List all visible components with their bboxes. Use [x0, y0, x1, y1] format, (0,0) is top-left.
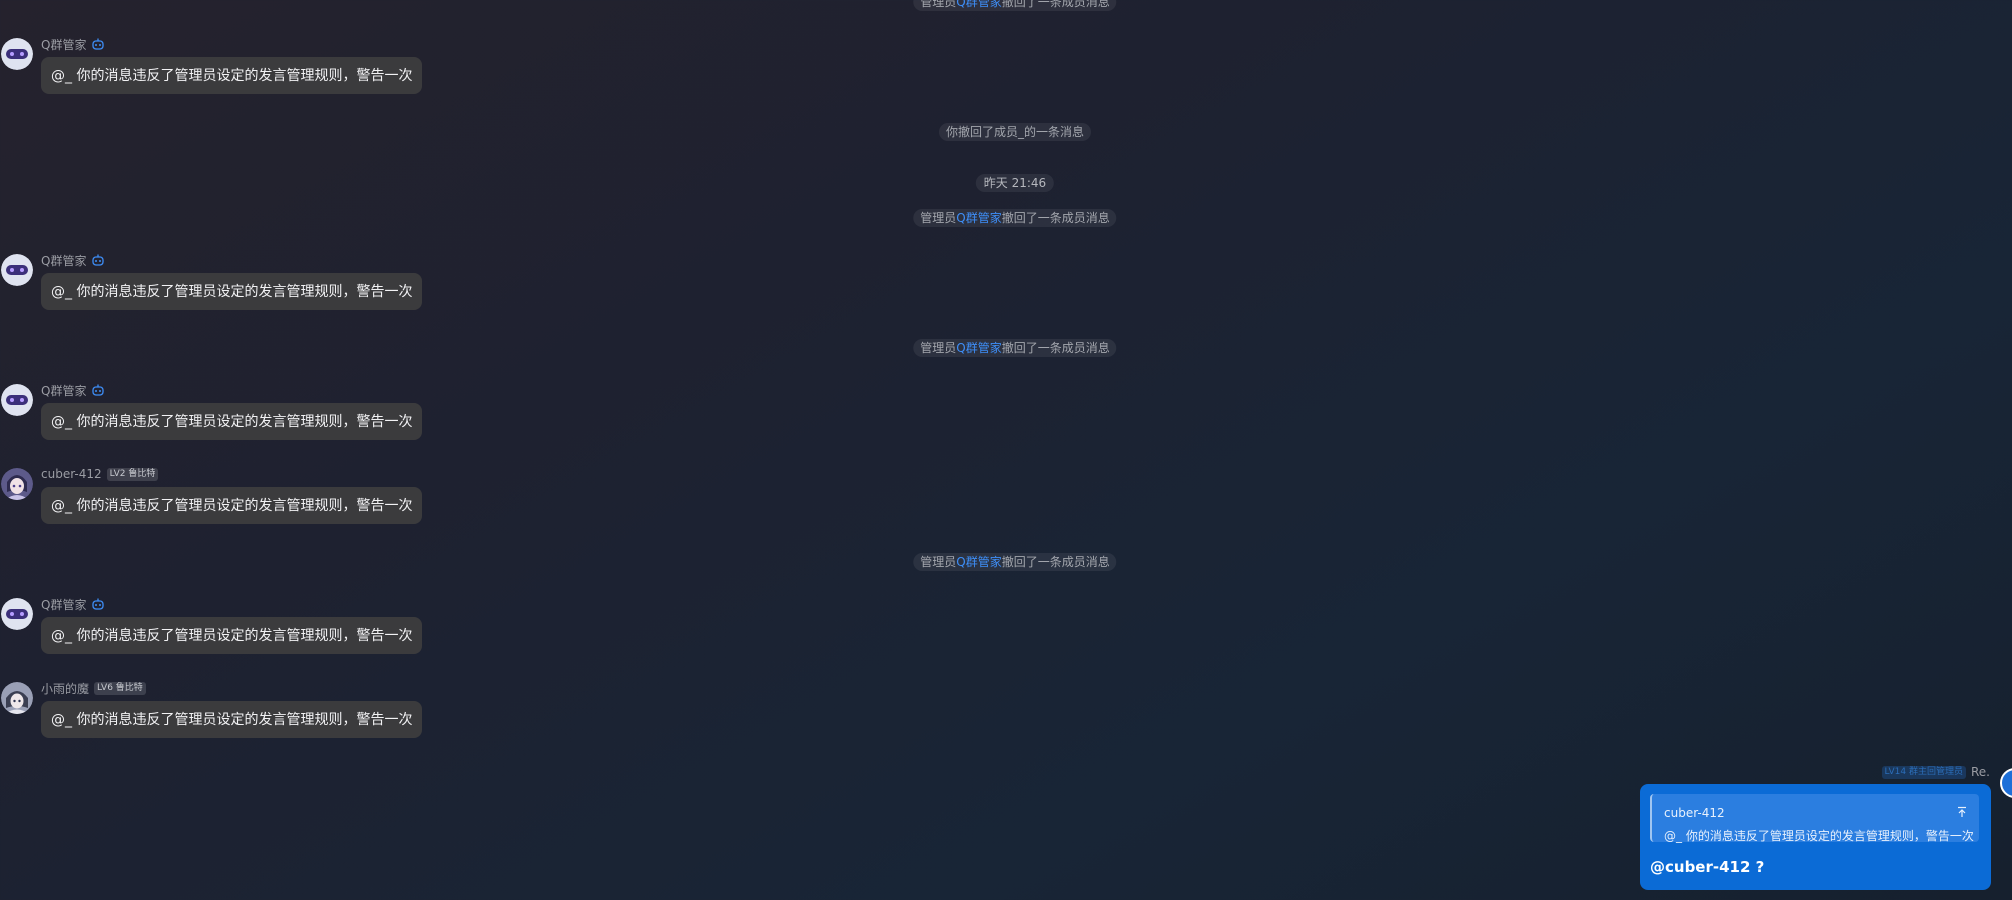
- quote-author: cuber-412: [1664, 806, 1725, 820]
- robot-icon: [92, 38, 105, 50]
- message-bubble[interactable]: @_ 你的消息违反了管理员设定的发言管理规则，警告一次: [41, 617, 423, 654]
- own-message-bubble[interactable]: cuber-412 @_ 你的消息违反了管理员设定的发言管理规则，警告一次 @c…: [1640, 784, 1991, 890]
- system-notice: 你撤回了成员_的一条消息: [938, 123, 1092, 141]
- sender-name[interactable]: Q群管家: [41, 36, 86, 53]
- robot-avatar-icon[interactable]: [1, 38, 33, 70]
- admin-name-link[interactable]: Q群管家: [956, 211, 1001, 225]
- notice-suffix: 撤回了一条成员消息: [1001, 211, 1110, 225]
- robot-icon: [92, 598, 105, 610]
- sender-line: Q群管家: [41, 36, 105, 52]
- robot-avatar-icon[interactable]: [1, 254, 33, 286]
- notice-suffix: 撤回了一条成员消息: [1001, 555, 1110, 569]
- level-badge: LV14 群主回管理员: [1881, 765, 1966, 779]
- sender-name[interactable]: cuber-412: [41, 467, 102, 481]
- notice-suffix: 撤回了一条成员消息: [1001, 0, 1110, 9]
- robot-icon: [92, 254, 105, 266]
- admin-name-link[interactable]: Q群管家: [956, 0, 1001, 9]
- sender-name[interactable]: Re.: [1971, 765, 1990, 779]
- robot-avatar-icon[interactable]: [1, 598, 33, 630]
- message-bubble[interactable]: @_ 你的消息违反了管理员设定的发言管理规则，警告一次: [41, 57, 423, 94]
- notice-suffix: 撤回了一条成员消息: [1001, 341, 1110, 355]
- notice-prefix: 管理员: [920, 341, 957, 355]
- own-message-header: LV14 群主回管理员 Re.: [1881, 765, 1990, 779]
- timestamp-divider: 昨天 21:46: [975, 174, 1055, 192]
- jump-to-top-icon[interactable]: [1955, 805, 1969, 819]
- sender-name[interactable]: Q群管家: [41, 596, 86, 613]
- message-bubble[interactable]: @_ 你的消息违反了管理员设定的发言管理规则，警告一次: [41, 487, 423, 524]
- own-avatar[interactable]: [2000, 768, 2012, 798]
- admin-name-link[interactable]: Q群管家: [956, 555, 1001, 569]
- quote-text: @_ 你的消息违反了管理员设定的发言管理规则，警告一次: [1664, 829, 1974, 843]
- robot-avatar-icon[interactable]: [1, 384, 33, 416]
- system-notice: 管理员Q群管家撤回了一条成员消息: [913, 339, 1117, 357]
- sender-name[interactable]: Q群管家: [41, 252, 86, 269]
- sender-line: Q群管家: [41, 596, 105, 612]
- reply-text: @cuber-412 ?: [1650, 858, 1765, 876]
- sender-line: Q群管家: [41, 382, 105, 398]
- message-bubble[interactable]: @_ 你的消息违反了管理员设定的发言管理规则，警告一次: [41, 273, 423, 310]
- system-notice: 管理员Q群管家撤回了一条成员消息: [913, 553, 1117, 571]
- anime-avatar-icon[interactable]: [1, 682, 33, 714]
- quoted-message[interactable]: cuber-412 @_ 你的消息违反了管理员设定的发言管理规则，警告一次: [1650, 794, 1979, 843]
- level-badge: LV2 鲁比特: [106, 467, 159, 481]
- sender-line: 小雨的魔 LV6 鲁比特: [41, 680, 146, 696]
- sender-line: cuber-412 LV2 鲁比特: [41, 466, 159, 482]
- system-notice: 管理员Q群管家撤回了一条成员消息: [913, 0, 1117, 11]
- system-notice: 管理员Q群管家撤回了一条成员消息: [913, 209, 1117, 227]
- robot-icon: [92, 384, 105, 396]
- message-bubble[interactable]: @_ 你的消息违反了管理员设定的发言管理规则，警告一次: [41, 403, 423, 440]
- notice-prefix: 管理员: [920, 211, 957, 225]
- anime-avatar-icon[interactable]: [1, 468, 33, 500]
- admin-name-link[interactable]: Q群管家: [956, 341, 1001, 355]
- level-badge: LV6 鲁比特: [94, 681, 146, 695]
- message-bubble[interactable]: @_ 你的消息违反了管理员设定的发言管理规则，警告一次: [41, 701, 423, 738]
- sender-line: Q群管家: [41, 252, 105, 268]
- chat-message-area[interactable]: 管理员Q群管家撤回了一条成员消息 Q群管家 @_ 你的消息违反了管理员设定的发言…: [0, 0, 2012, 900]
- notice-prefix: 管理员: [920, 0, 957, 9]
- sender-name[interactable]: 小雨的魔: [41, 680, 89, 697]
- notice-prefix: 管理员: [920, 555, 957, 569]
- sender-name[interactable]: Q群管家: [41, 382, 86, 399]
